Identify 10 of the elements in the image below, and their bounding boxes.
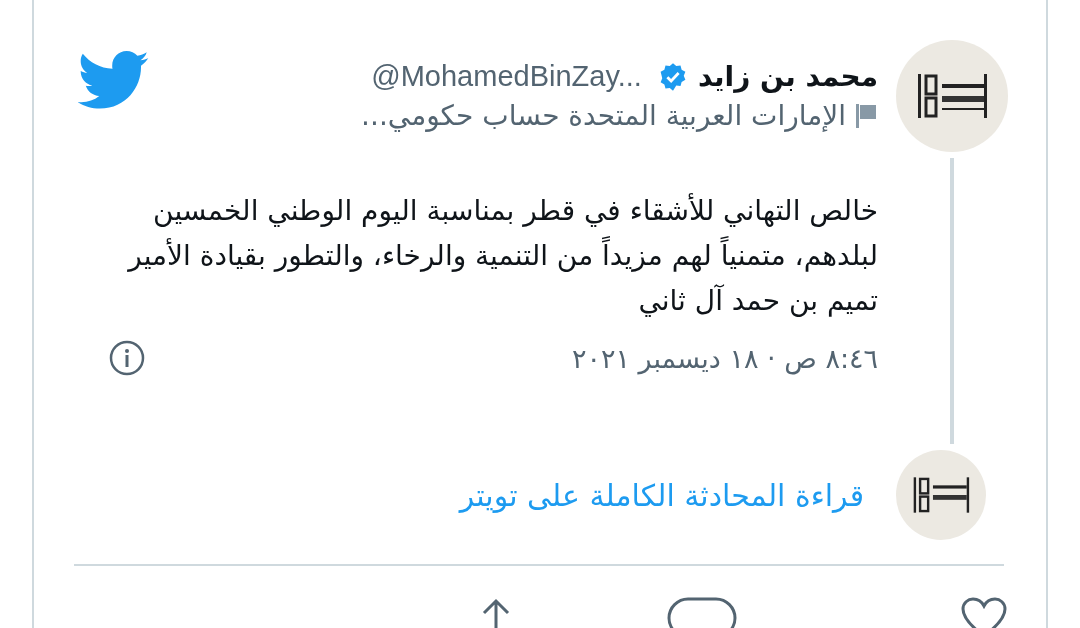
account-label: الإمارات العربية المتحدة حساب حكومي... — [361, 99, 846, 132]
author-handle[interactable]: @MohamedBinZay... — [371, 60, 642, 93]
tweet-text: خالص التهاني للأشقاء في قطر بمناسبة اليوم الوطني الخمسين لبلدهم، متمنياً لهم مزيداً من التنمية والرخاء، والتطور بقيادة الأمير تميم بن حمد آل ثاني — [126, 192, 878, 319]
comment-icon[interactable] — [666, 596, 738, 628]
bird-icon[interactable] — [78, 51, 150, 111]
heart-icon[interactable] — [960, 596, 1008, 628]
info-icon[interactable] — [108, 339, 146, 377]
author-name[interactable]: محمد بن زايد — [697, 60, 878, 93]
tweet-timestamp[interactable]: ٨:٤٦ ص · ١٨ ديسمبر ٢٠٢١ — [571, 342, 878, 374]
flag-icon — [856, 101, 878, 130]
